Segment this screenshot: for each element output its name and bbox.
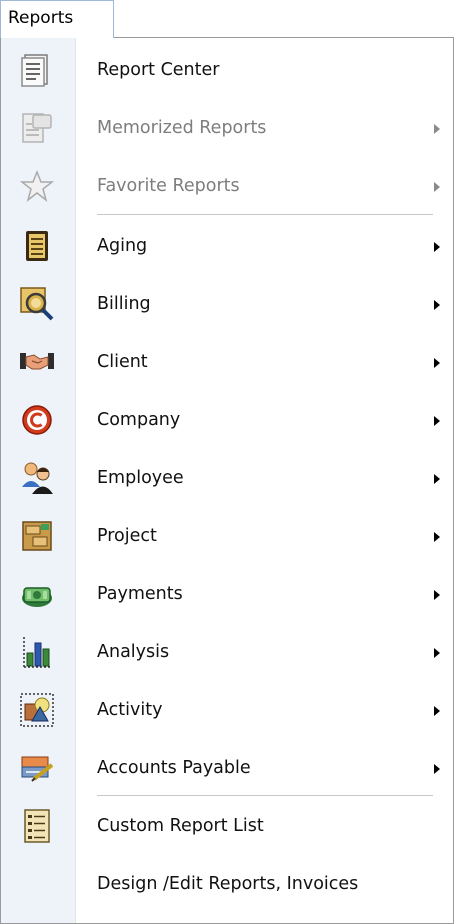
submenu-arrow-icon — [434, 590, 440, 600]
menu-item-label: Employee — [97, 468, 184, 488]
reports-menu-title: Reports — [8, 8, 74, 28]
menu-item-label: Report Center — [97, 60, 220, 80]
billing-magnifier-icon — [19, 286, 55, 322]
report-center-icon — [19, 52, 55, 88]
activity-icon — [19, 692, 55, 728]
handshake-icon — [19, 344, 55, 380]
menu-item-company[interactable]: Company — [1, 392, 453, 448]
company-c-icon — [19, 402, 55, 438]
submenu-arrow-icon — [434, 706, 440, 716]
menu-item-label: Project — [97, 526, 157, 546]
menu-item-label: Favorite Reports — [97, 176, 240, 196]
menu-item-aging[interactable]: Aging — [1, 218, 453, 274]
menu-item-custom-report-list[interactable]: Custom Report List — [1, 798, 453, 854]
submenu-arrow-icon — [434, 124, 440, 134]
reports-menu-tab[interactable]: Reports — [0, 0, 114, 38]
menu-item-analysis[interactable]: Analysis — [1, 624, 453, 680]
menu-item-employee[interactable]: Employee — [1, 450, 453, 506]
submenu-arrow-icon — [434, 416, 440, 426]
menu-item-accounts-payable[interactable]: Accounts Payable — [1, 740, 453, 796]
menu-item-activity[interactable]: Activity — [1, 682, 453, 738]
project-cabinet-icon — [19, 518, 55, 554]
star-icon — [19, 168, 55, 204]
menu-item-report-center[interactable]: Report Center — [1, 42, 453, 98]
menu-item-client[interactable]: Client — [1, 334, 453, 390]
bar-chart-icon — [19, 634, 55, 670]
menu-item-billing[interactable]: Billing — [1, 276, 453, 332]
menu-item-favorite-reports[interactable]: Favorite Reports — [1, 158, 453, 214]
submenu-arrow-icon — [434, 474, 440, 484]
menu-item-label: Company — [97, 410, 181, 430]
menu-item-label: Billing — [97, 294, 151, 314]
ledger-icon — [19, 228, 55, 264]
submenu-arrow-icon — [434, 358, 440, 368]
submenu-arrow-icon — [434, 300, 440, 310]
submenu-arrow-icon — [434, 764, 440, 774]
submenu-arrow-icon — [434, 532, 440, 542]
reports-dropdown-menu: Report Center Memorized Reports Favorite… — [0, 37, 454, 924]
submenu-arrow-icon — [434, 648, 440, 658]
money-icon — [19, 576, 55, 612]
menu-item-label: Client — [97, 352, 148, 372]
menu-item-design-edit-reports[interactable]: Design /Edit Reports, Invoices — [1, 856, 453, 912]
menu-separator — [97, 795, 433, 797]
menu-item-label: Custom Report List — [97, 816, 264, 836]
memorized-reports-icon — [19, 110, 55, 146]
menu-item-payments[interactable]: Payments — [1, 566, 453, 622]
menu-item-label: Aging — [97, 236, 148, 256]
menu-item-label: Design /Edit Reports, Invoices — [97, 874, 359, 894]
menu-separator — [97, 214, 433, 216]
submenu-arrow-icon — [434, 242, 440, 252]
submenu-arrow-icon — [434, 182, 440, 192]
payable-pen-icon — [19, 750, 55, 786]
menu-item-label: Activity — [97, 700, 163, 720]
menu-item-label: Analysis — [97, 642, 170, 662]
menu-item-project[interactable]: Project — [1, 508, 453, 564]
menu-item-memorized-reports[interactable]: Memorized Reports — [1, 100, 453, 156]
employee-people-icon — [19, 460, 55, 496]
menu-item-label: Memorized Reports — [97, 118, 267, 138]
menu-item-label: Payments — [97, 584, 183, 604]
menu-item-label: Accounts Payable — [97, 758, 251, 778]
custom-list-icon — [19, 808, 55, 844]
